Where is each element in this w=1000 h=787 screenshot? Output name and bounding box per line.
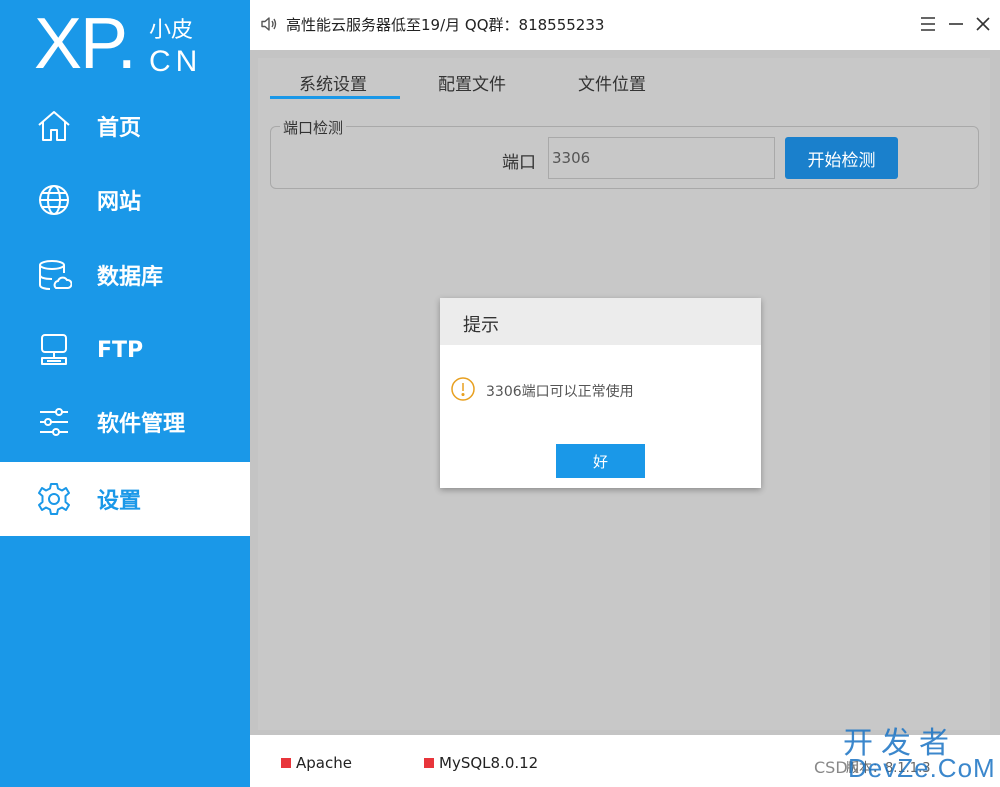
database-icon — [36, 257, 72, 293]
sidebar-item-label: 网站 — [97, 190, 142, 215]
globe-icon — [36, 182, 72, 218]
sidebar-item-label: 设置 — [97, 489, 142, 514]
speaker-icon — [260, 15, 278, 33]
dialog-header: 提示 — [440, 298, 761, 345]
apache-status-indicator — [281, 758, 291, 768]
watermark-bottom: DevZe.CoM — [848, 753, 996, 783]
warning-icon — [451, 377, 475, 401]
alert-dialog: 提示 3306端口可以正常使用 好 — [440, 298, 761, 488]
port-input[interactable]: 3306 — [548, 137, 775, 179]
notice-text[interactable]: 高性能云服务器低至19/月 QQ群：818555233 — [286, 14, 604, 35]
tab-config-files[interactable]: 配置文件 — [438, 70, 506, 95]
home-icon — [36, 108, 72, 144]
sidebar-item-label: FTP — [97, 337, 144, 363]
mysql-status-indicator — [424, 758, 434, 768]
port-label: 端口 — [502, 153, 536, 173]
gear-icon — [36, 481, 72, 517]
tab-system-settings[interactable]: 系统设置 — [299, 70, 367, 95]
dialog-title: 提示 — [463, 315, 499, 336]
ftp-icon — [36, 332, 72, 368]
sidebar-item-label: 软件管理 — [97, 412, 186, 437]
minimize-icon[interactable] — [945, 13, 967, 35]
port-check-legend: 端口检测 — [280, 117, 347, 138]
sidebar-item-ftp[interactable]: FTP — [0, 313, 250, 387]
sidebar-item-website[interactable]: 网站 — [0, 163, 250, 237]
sidebar-item-label: 首页 — [97, 116, 142, 141]
dialog-message: 3306端口可以正常使用 — [486, 384, 634, 400]
port-input-value: 3306 — [552, 149, 591, 167]
apache-status-label[interactable]: Apache — [296, 754, 352, 772]
tab-file-location[interactable]: 文件位置 — [578, 70, 646, 95]
active-tab-indicator — [270, 96, 400, 99]
logo-xp: XP. — [34, 4, 137, 84]
sliders-icon — [36, 404, 72, 440]
sidebar-item-home[interactable]: 首页 — [0, 89, 250, 163]
logo-chinese: 小皮 — [149, 18, 194, 43]
sidebar-item-software[interactable]: 软件管理 — [0, 385, 250, 459]
sidebar-item-database[interactable]: 数据库 — [0, 238, 250, 312]
ok-button[interactable]: 好 — [556, 444, 645, 478]
start-check-button[interactable]: 开始检测 — [785, 137, 898, 179]
sidebar-item-settings[interactable]: 设置 — [0, 462, 250, 536]
logo-cn-text: CN — [149, 45, 203, 78]
sidebar: XP. 小皮 CN 首页 网站 数据库 FTP 软件管理 设置 — [0, 0, 250, 787]
sidebar-item-label: 数据库 — [97, 265, 164, 290]
mysql-status-label[interactable]: MySQL8.0.12 — [439, 754, 538, 772]
menu-icon[interactable] — [917, 13, 939, 35]
close-icon[interactable] — [972, 13, 994, 35]
